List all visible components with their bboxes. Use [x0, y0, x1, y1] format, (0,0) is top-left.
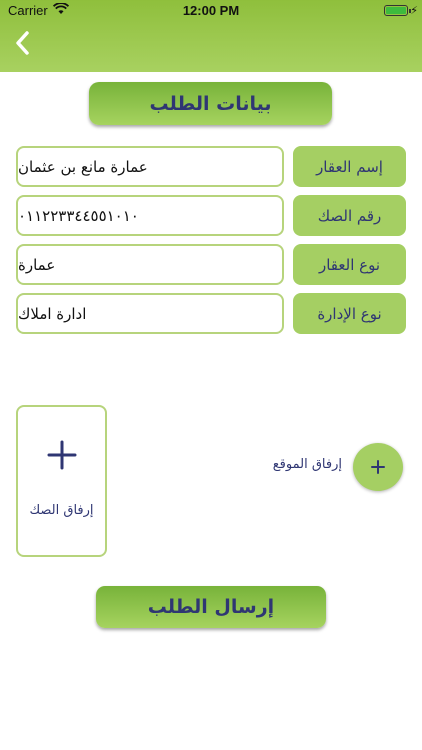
page-title: بيانات الطلب: [89, 82, 332, 125]
battery-icon: [384, 5, 411, 16]
status-time: 12:00 PM: [182, 3, 240, 18]
property-name-label: إسم العقار: [293, 146, 406, 187]
deed-number-field[interactable]: ٠١١٢٢٣٣٤٤٥٥١٠١٠: [16, 195, 284, 236]
charging-icon: ⚡: [410, 4, 418, 17]
management-type-label: نوع الإدارة: [293, 293, 406, 334]
chevron-left-icon: [16, 31, 29, 55]
status-bar: Carrier 12:00 PM ⚡: [0, 0, 422, 22]
deed-number-label: رقم الصك: [293, 195, 406, 236]
attach-location-label: إرفاق الموقع: [272, 457, 342, 472]
field-row-property-type: عمارة نوع العقار: [16, 244, 406, 285]
nav-header: Carrier 12:00 PM ⚡: [0, 0, 422, 72]
plus-icon: [371, 460, 385, 474]
plus-icon: [18, 431, 105, 479]
management-type-field[interactable]: ادارة املاك: [16, 293, 284, 334]
attach-deed-label: إرفاق الصك: [29, 503, 94, 518]
property-type-label: نوع العقار: [293, 244, 406, 285]
attach-deed-button[interactable]: إرفاق الصك: [16, 405, 107, 557]
property-type-field[interactable]: عمارة: [16, 244, 284, 285]
field-row-management-type: ادارة املاك نوع الإدارة: [16, 293, 406, 334]
attach-location-button[interactable]: [353, 443, 403, 491]
property-name-field[interactable]: عمارة مانع بن عثمان: [16, 146, 284, 187]
submit-button[interactable]: إرسال الطلب: [96, 586, 326, 628]
field-row-deed-number: ٠١١٢٢٣٣٤٤٥٥١٠١٠ رقم الصك: [16, 195, 406, 236]
back-button[interactable]: [8, 28, 36, 58]
field-row-property-name: عمارة مانع بن عثمان إسم العقار: [16, 146, 406, 187]
